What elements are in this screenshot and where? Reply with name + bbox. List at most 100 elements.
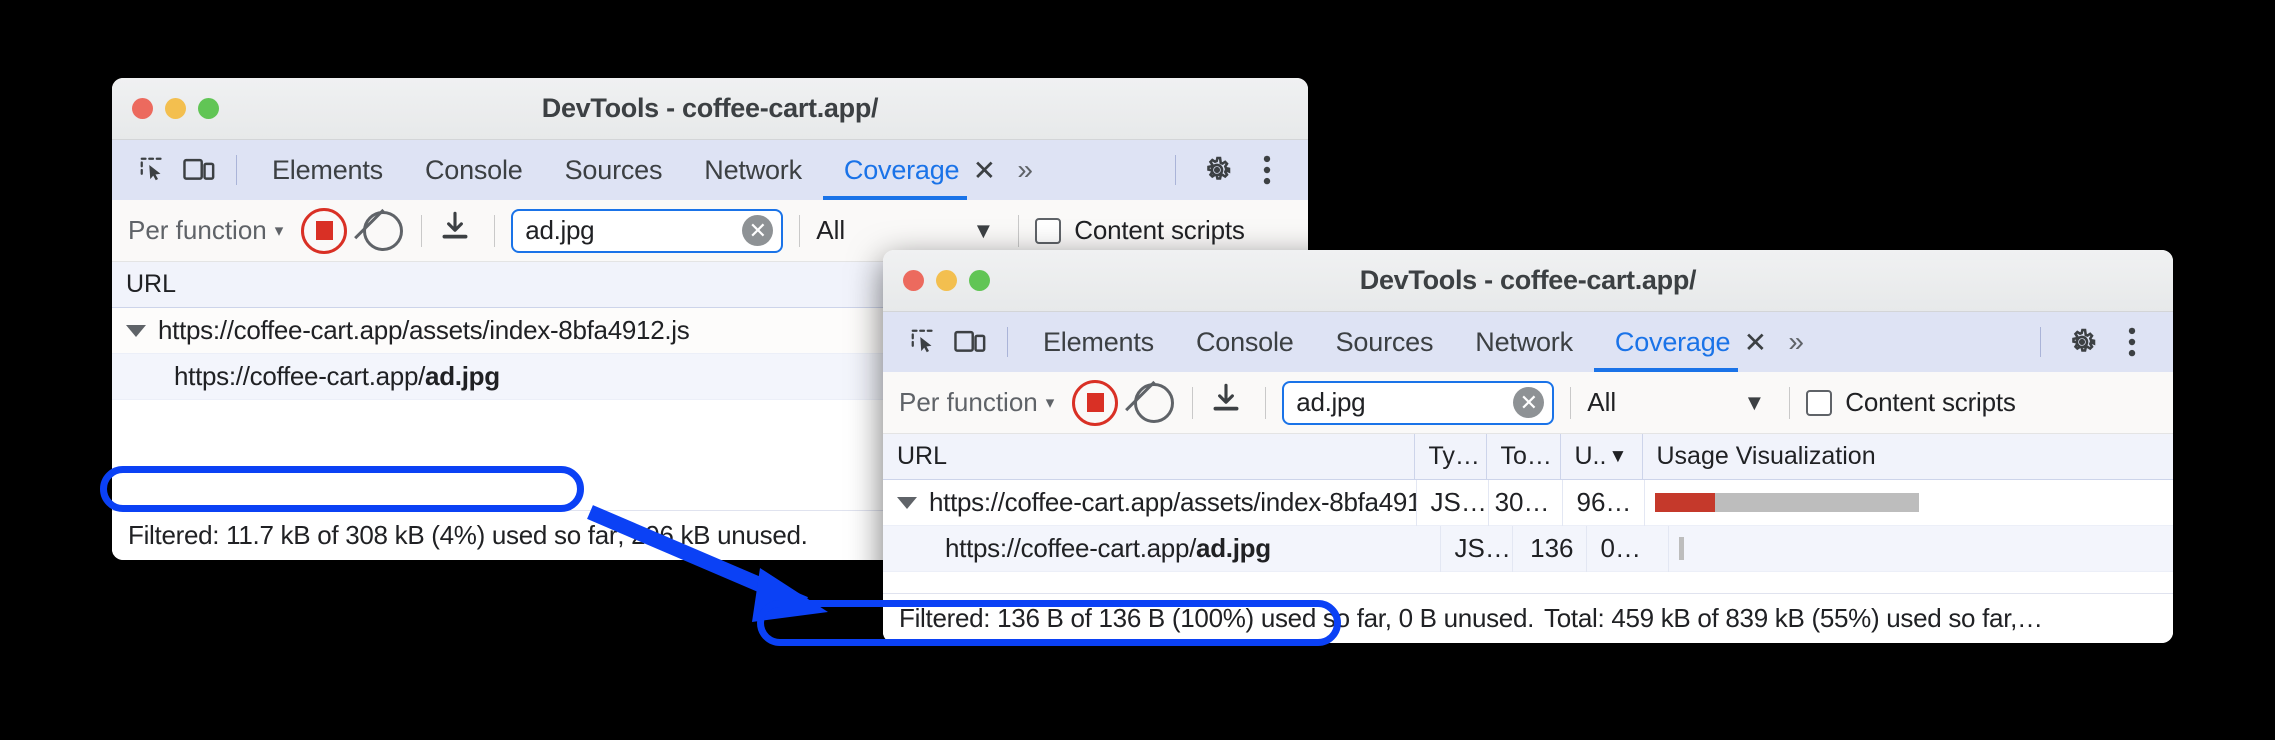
clear-circle-icon	[1134, 382, 1175, 423]
row-url-text: https://coffee-cart.app/assets/index-8bf…	[929, 487, 1417, 517]
tab-sources[interactable]: Sources	[1315, 312, 1455, 372]
tabstrip-divider	[236, 155, 237, 185]
row-unused-bytes: 0…	[1587, 525, 1669, 572]
device-toolbar-icon[interactable]	[947, 319, 993, 365]
tab-coverage[interactable]: Coverage	[1594, 312, 1738, 372]
chevron-down-icon: ▾	[1045, 392, 1055, 412]
total-status-front: Total: 459 kB of 839 kB (55%) used so fa…	[1544, 603, 2043, 633]
record-button[interactable]	[301, 207, 348, 254]
more-options-icon[interactable]	[1244, 147, 1290, 193]
titlebar-back: DevTools - coffee-cart.app/	[112, 78, 1308, 140]
clear-button[interactable]	[1125, 380, 1176, 425]
close-icon[interactable]: ✕	[1738, 312, 1778, 372]
chevron-down-icon: ▾	[274, 220, 284, 240]
row-url: https://coffee-cart.app/ad.jpg	[883, 525, 1441, 572]
granularity-label: Per function	[128, 215, 267, 245]
usage-bar-unused	[1678, 537, 1684, 560]
row-usage-bar	[1669, 526, 2174, 572]
granularity-dropdown-back[interactable]: Per function ▾	[128, 215, 283, 246]
tabstrip-back: Elements Console Sources Network Coverag…	[112, 140, 1308, 200]
device-toolbar-icon[interactable]	[176, 147, 222, 193]
filter-input-front[interactable]: ad.jpg ✕	[1282, 380, 1555, 425]
column-header-type[interactable]: Ty…	[1415, 433, 1487, 480]
tab-console[interactable]: Console	[1175, 312, 1315, 372]
row-url-text: https://coffee-cart.app/	[945, 533, 1197, 563]
filtered-status-back: Filtered: 11.7 kB of 308 kB (4%) used so…	[128, 520, 618, 550]
clear-button[interactable]	[354, 208, 405, 253]
toolbar-divider-2	[494, 214, 496, 247]
toolbar-divider	[1192, 386, 1194, 419]
chevron-down-icon[interactable]	[126, 324, 146, 337]
close-icon[interactable]: ✕	[967, 140, 1007, 200]
tab-elements[interactable]: Elements	[1022, 312, 1175, 372]
stop-square-icon	[315, 221, 333, 240]
titlebar-front: DevTools - coffee-cart.app/	[883, 250, 2173, 312]
clear-filter-icon[interactable]: ✕	[1513, 387, 1545, 418]
column-header-usage-visualization[interactable]: Usage Visualization	[1643, 434, 2174, 480]
granularity-label: Per function	[899, 387, 1038, 417]
row-total-bytes: 30…	[1489, 479, 1563, 526]
gear-icon[interactable]	[2059, 319, 2105, 365]
row-url: https://coffee-cart.app/assets/index-8bf…	[883, 479, 1417, 526]
tab-network[interactable]: Network	[683, 140, 823, 200]
filter-input-back[interactable]: ad.jpg ✕	[511, 208, 784, 253]
toolbar-divider-2	[1265, 386, 1267, 419]
gear-icon[interactable]	[1194, 147, 1240, 193]
coverage-toolbar-front: Per function ▾ ad.jpg ✕ All ▼ Content sc…	[883, 372, 2173, 434]
type-filter-value: All	[816, 215, 846, 245]
content-scripts-checkbox-back[interactable]: Content scripts	[1035, 215, 1245, 246]
type-filter-dropdown-front[interactable]: All ▼	[1587, 387, 1773, 418]
tab-coverage[interactable]: Coverage	[823, 140, 967, 200]
content-scripts-label: Content scripts	[1074, 215, 1245, 245]
toolbar-divider-4	[1018, 214, 1020, 247]
stop-square-icon	[1086, 393, 1104, 412]
export-button[interactable]	[438, 209, 478, 253]
granularity-dropdown-front[interactable]: Per function ▾	[899, 387, 1054, 418]
row-url-filename: ad.jpg	[425, 361, 500, 391]
row-usage-bar	[1645, 480, 2174, 526]
record-button[interactable]	[1072, 379, 1119, 426]
content-scripts-label: Content scripts	[1845, 387, 2016, 417]
column-header-unused-bytes[interactable]: U.. ▼	[1561, 433, 1643, 480]
sort-descending-icon: ▼	[1608, 445, 1628, 467]
content-scripts-checkbox-front[interactable]: Content scripts	[1806, 387, 2016, 418]
tabstrip-divider	[1007, 327, 1008, 357]
row-total-bytes: 136	[1513, 525, 1587, 572]
devtools-window-front[interactable]: DevTools - coffee-cart.app/ Elements Con…	[883, 250, 2173, 643]
tabstrip-front: Elements Console Sources Network Coverag…	[883, 312, 2173, 372]
column-header-url[interactable]: URL	[883, 433, 1415, 480]
table-row[interactable]: https://coffee-cart.app/ad.jpg JS… 136 0…	[883, 525, 2174, 572]
checkbox-box[interactable]	[1806, 389, 1833, 416]
filtered-status-front: Filtered: 136 B of 136 B (100%) used so …	[899, 603, 1535, 633]
checkbox-box[interactable]	[1035, 217, 1062, 244]
window-title-back: DevTools - coffee-cart.app/	[541, 93, 879, 123]
chevron-down-icon[interactable]	[897, 496, 917, 509]
chevron-down-icon: ▼	[1743, 389, 1766, 415]
chevron-double-right-icon[interactable]: »	[1778, 312, 1810, 372]
type-filter-value: All	[1587, 387, 1617, 417]
clear-filter-icon[interactable]: ✕	[742, 215, 774, 246]
chevron-down-icon: ▼	[972, 217, 995, 243]
clear-circle-icon	[363, 210, 404, 251]
type-filter-dropdown-back[interactable]: All ▼	[816, 215, 1002, 246]
tab-network[interactable]: Network	[1454, 312, 1594, 372]
inspect-element-icon[interactable]	[901, 319, 947, 365]
table-row[interactable]: https://coffee-cart.app/assets/index-8bf…	[883, 479, 2174, 526]
row-url-filename: ad.jpg	[1196, 533, 1271, 563]
export-button[interactable]	[1209, 381, 1249, 425]
tabstrip-right-divider	[2040, 327, 2041, 357]
more-options-icon[interactable]	[2109, 319, 2155, 365]
toolbar-divider-3	[799, 214, 801, 247]
tab-console[interactable]: Console	[404, 140, 544, 200]
row-url-text: https://coffee-cart.app/assets/index-8bf…	[158, 315, 690, 345]
tab-elements[interactable]: Elements	[251, 140, 404, 200]
chevron-double-right-icon[interactable]: »	[1007, 140, 1039, 200]
filter-value: ad.jpg	[525, 215, 595, 245]
column-header-total-bytes[interactable]: To…	[1487, 433, 1561, 480]
inspect-element-icon[interactable]	[130, 147, 176, 193]
row-url-text: https://coffee-cart.app/	[174, 361, 426, 391]
tab-sources[interactable]: Sources	[544, 140, 684, 200]
filter-value: ad.jpg	[1296, 387, 1366, 417]
toolbar-divider	[421, 214, 423, 247]
row-type: JS…	[1441, 525, 1513, 572]
